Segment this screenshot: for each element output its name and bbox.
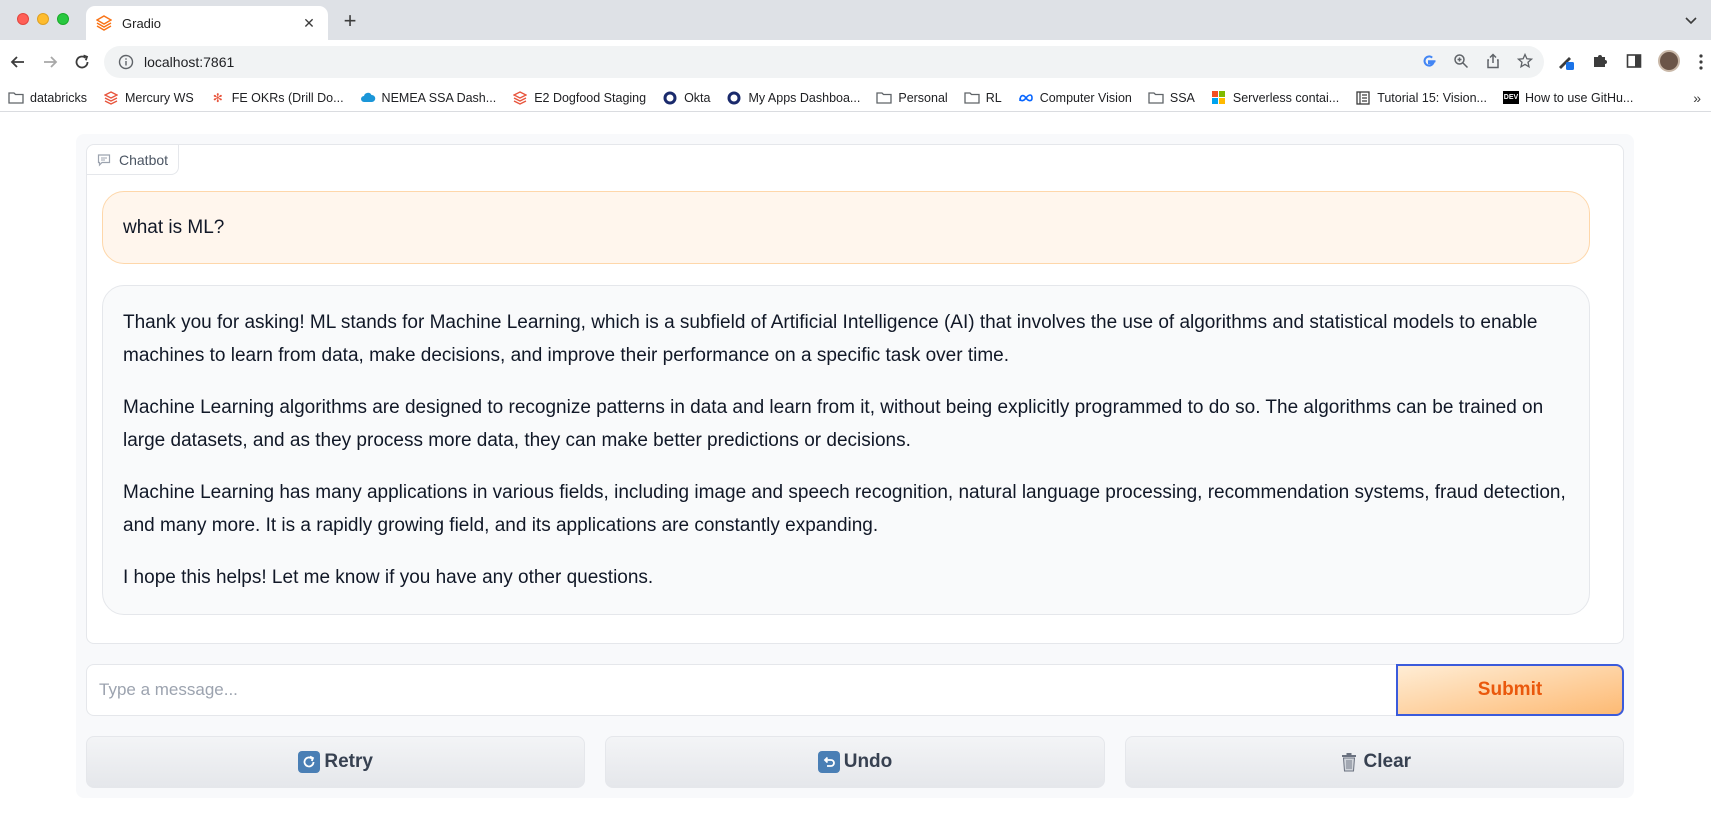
chat-bubble-icon <box>97 153 111 167</box>
user-message-text: what is ML? <box>123 216 225 238</box>
retry-icon <box>298 751 321 773</box>
user-message: what is ML? <box>102 191 1590 264</box>
puzzle-icon[interactable] <box>1590 50 1610 72</box>
databricks-icon <box>512 90 528 105</box>
folder-icon <box>876 91 893 105</box>
chevron-double-right-icon[interactable]: » <box>1693 90 1701 106</box>
bookmark-nemea-ssa[interactable]: NEMEA SSA Dash... <box>360 91 496 105</box>
bookmark-fe-okrs[interactable]: ✻ FE OKRs (Drill Do... <box>210 91 344 105</box>
star-icon[interactable] <box>1516 52 1534 70</box>
bookmark-tutorial-15[interactable]: Tutorial 15: Vision... <box>1355 91 1487 105</box>
maximize-window-button[interactable] <box>57 13 69 25</box>
new-tab-icon[interactable]: + <box>338 9 362 33</box>
minimize-window-button[interactable] <box>37 13 49 25</box>
reload-icon[interactable] <box>70 50 94 74</box>
avatar[interactable] <box>1658 50 1680 72</box>
submit-button[interactable]: Submit <box>1396 664 1624 716</box>
clear-label: Clear <box>1363 751 1412 772</box>
browser-tab-bar: Gradio ✕ + <box>0 0 1711 40</box>
clear-button[interactable]: Clear <box>1124 736 1624 788</box>
share-icon[interactable] <box>1484 52 1502 70</box>
google-icon[interactable] <box>1420 52 1438 70</box>
bot-message-paragraph: Thank you for asking! ML stands for Mach… <box>123 312 1538 366</box>
forward-arrow-icon[interactable] <box>38 50 62 74</box>
close-window-button[interactable] <box>17 13 29 25</box>
okta-icon <box>662 91 678 105</box>
chatbot-panel[interactable]: Chatbot what is ML? Thank you for asking… <box>86 144 1624 644</box>
bookmark-rl[interactable]: RL <box>964 91 1002 105</box>
extension-pen-icon[interactable] <box>1556 50 1576 72</box>
action-buttons: Retry Undo Clear <box>86 736 1624 788</box>
doc-icon <box>1355 90 1371 105</box>
bookmark-computer-vision[interactable]: Computer Vision <box>1018 91 1132 105</box>
message-input-row: Submit <box>86 664 1624 716</box>
bookmark-serverless[interactable]: Serverless contai... <box>1211 91 1339 105</box>
gradio-app: Chatbot what is ML? Thank you for asking… <box>76 134 1634 798</box>
bookmark-personal[interactable]: Personal <box>876 91 948 105</box>
close-tab-icon[interactable]: ✕ <box>300 15 318 32</box>
bot-message-paragraph: Machine Learning has many applications i… <box>123 482 1566 536</box>
page-content: Chatbot what is ML? Thank you for asking… <box>0 112 1711 830</box>
undo-icon <box>817 751 840 773</box>
trash-icon <box>1338 751 1360 773</box>
chevron-down-icon[interactable] <box>1683 12 1699 28</box>
bookmark-github[interactable]: DEV How to use GitHu... <box>1502 91 1633 105</box>
undo-label: Undo <box>843 751 893 772</box>
back-arrow-icon[interactable] <box>6 50 30 74</box>
browser-tab[interactable]: Gradio ✕ <box>86 6 328 40</box>
microsoft-icon <box>1211 91 1227 105</box>
more-menu-icon[interactable] <box>1699 54 1703 70</box>
okta-icon <box>726 91 742 105</box>
bookmark-okta[interactable]: Okta <box>662 91 710 105</box>
sidebar-icon[interactable] <box>1624 50 1644 72</box>
bookmarks-bar: databricks Mercury WS ✻ FE OKRs (Drill D… <box>0 84 1711 112</box>
info-icon[interactable] <box>118 54 134 70</box>
bot-message-paragraph: I hope this helps! Let me know if you ha… <box>123 567 654 588</box>
bookmark-my-apps[interactable]: My Apps Dashboa... <box>726 91 860 105</box>
zoom-icon[interactable] <box>1452 52 1470 70</box>
browser-toolbar: localhost:7861 <box>0 40 1711 84</box>
address-bar[interactable]: localhost:7861 <box>104 46 1544 78</box>
retry-label: Retry <box>324 751 373 772</box>
dev-icon: DEV <box>1502 91 1519 104</box>
bot-message-paragraph: Machine Learning algorithms are designed… <box>123 397 1544 451</box>
folder-icon <box>1148 91 1164 105</box>
bookmark-mercury-ws[interactable]: Mercury WS <box>103 91 194 105</box>
folder-icon <box>964 91 980 105</box>
tab-title: Gradio <box>122 15 162 31</box>
folder-icon <box>8 91 24 105</box>
gradio-favicon-icon <box>96 15 112 31</box>
bot-message: Thank you for asking! ML stands for Mach… <box>102 285 1590 615</box>
asterisk-icon: ✻ <box>212 90 223 105</box>
bookmark-databricks[interactable]: databricks <box>8 91 87 105</box>
bookmark-e2-dogfood[interactable]: E2 Dogfood Staging <box>512 91 646 105</box>
retry-button[interactable]: Retry <box>86 736 586 788</box>
databricks-icon <box>103 90 119 105</box>
undo-button[interactable]: Undo <box>605 736 1105 788</box>
bookmark-ssa[interactable]: SSA <box>1148 91 1195 105</box>
meta-icon <box>1018 91 1034 105</box>
message-input[interactable] <box>86 664 1396 716</box>
chatbot-label: Chatbot <box>87 145 180 175</box>
cloud-icon <box>360 91 376 105</box>
url-text: localhost:7861 <box>144 54 235 70</box>
